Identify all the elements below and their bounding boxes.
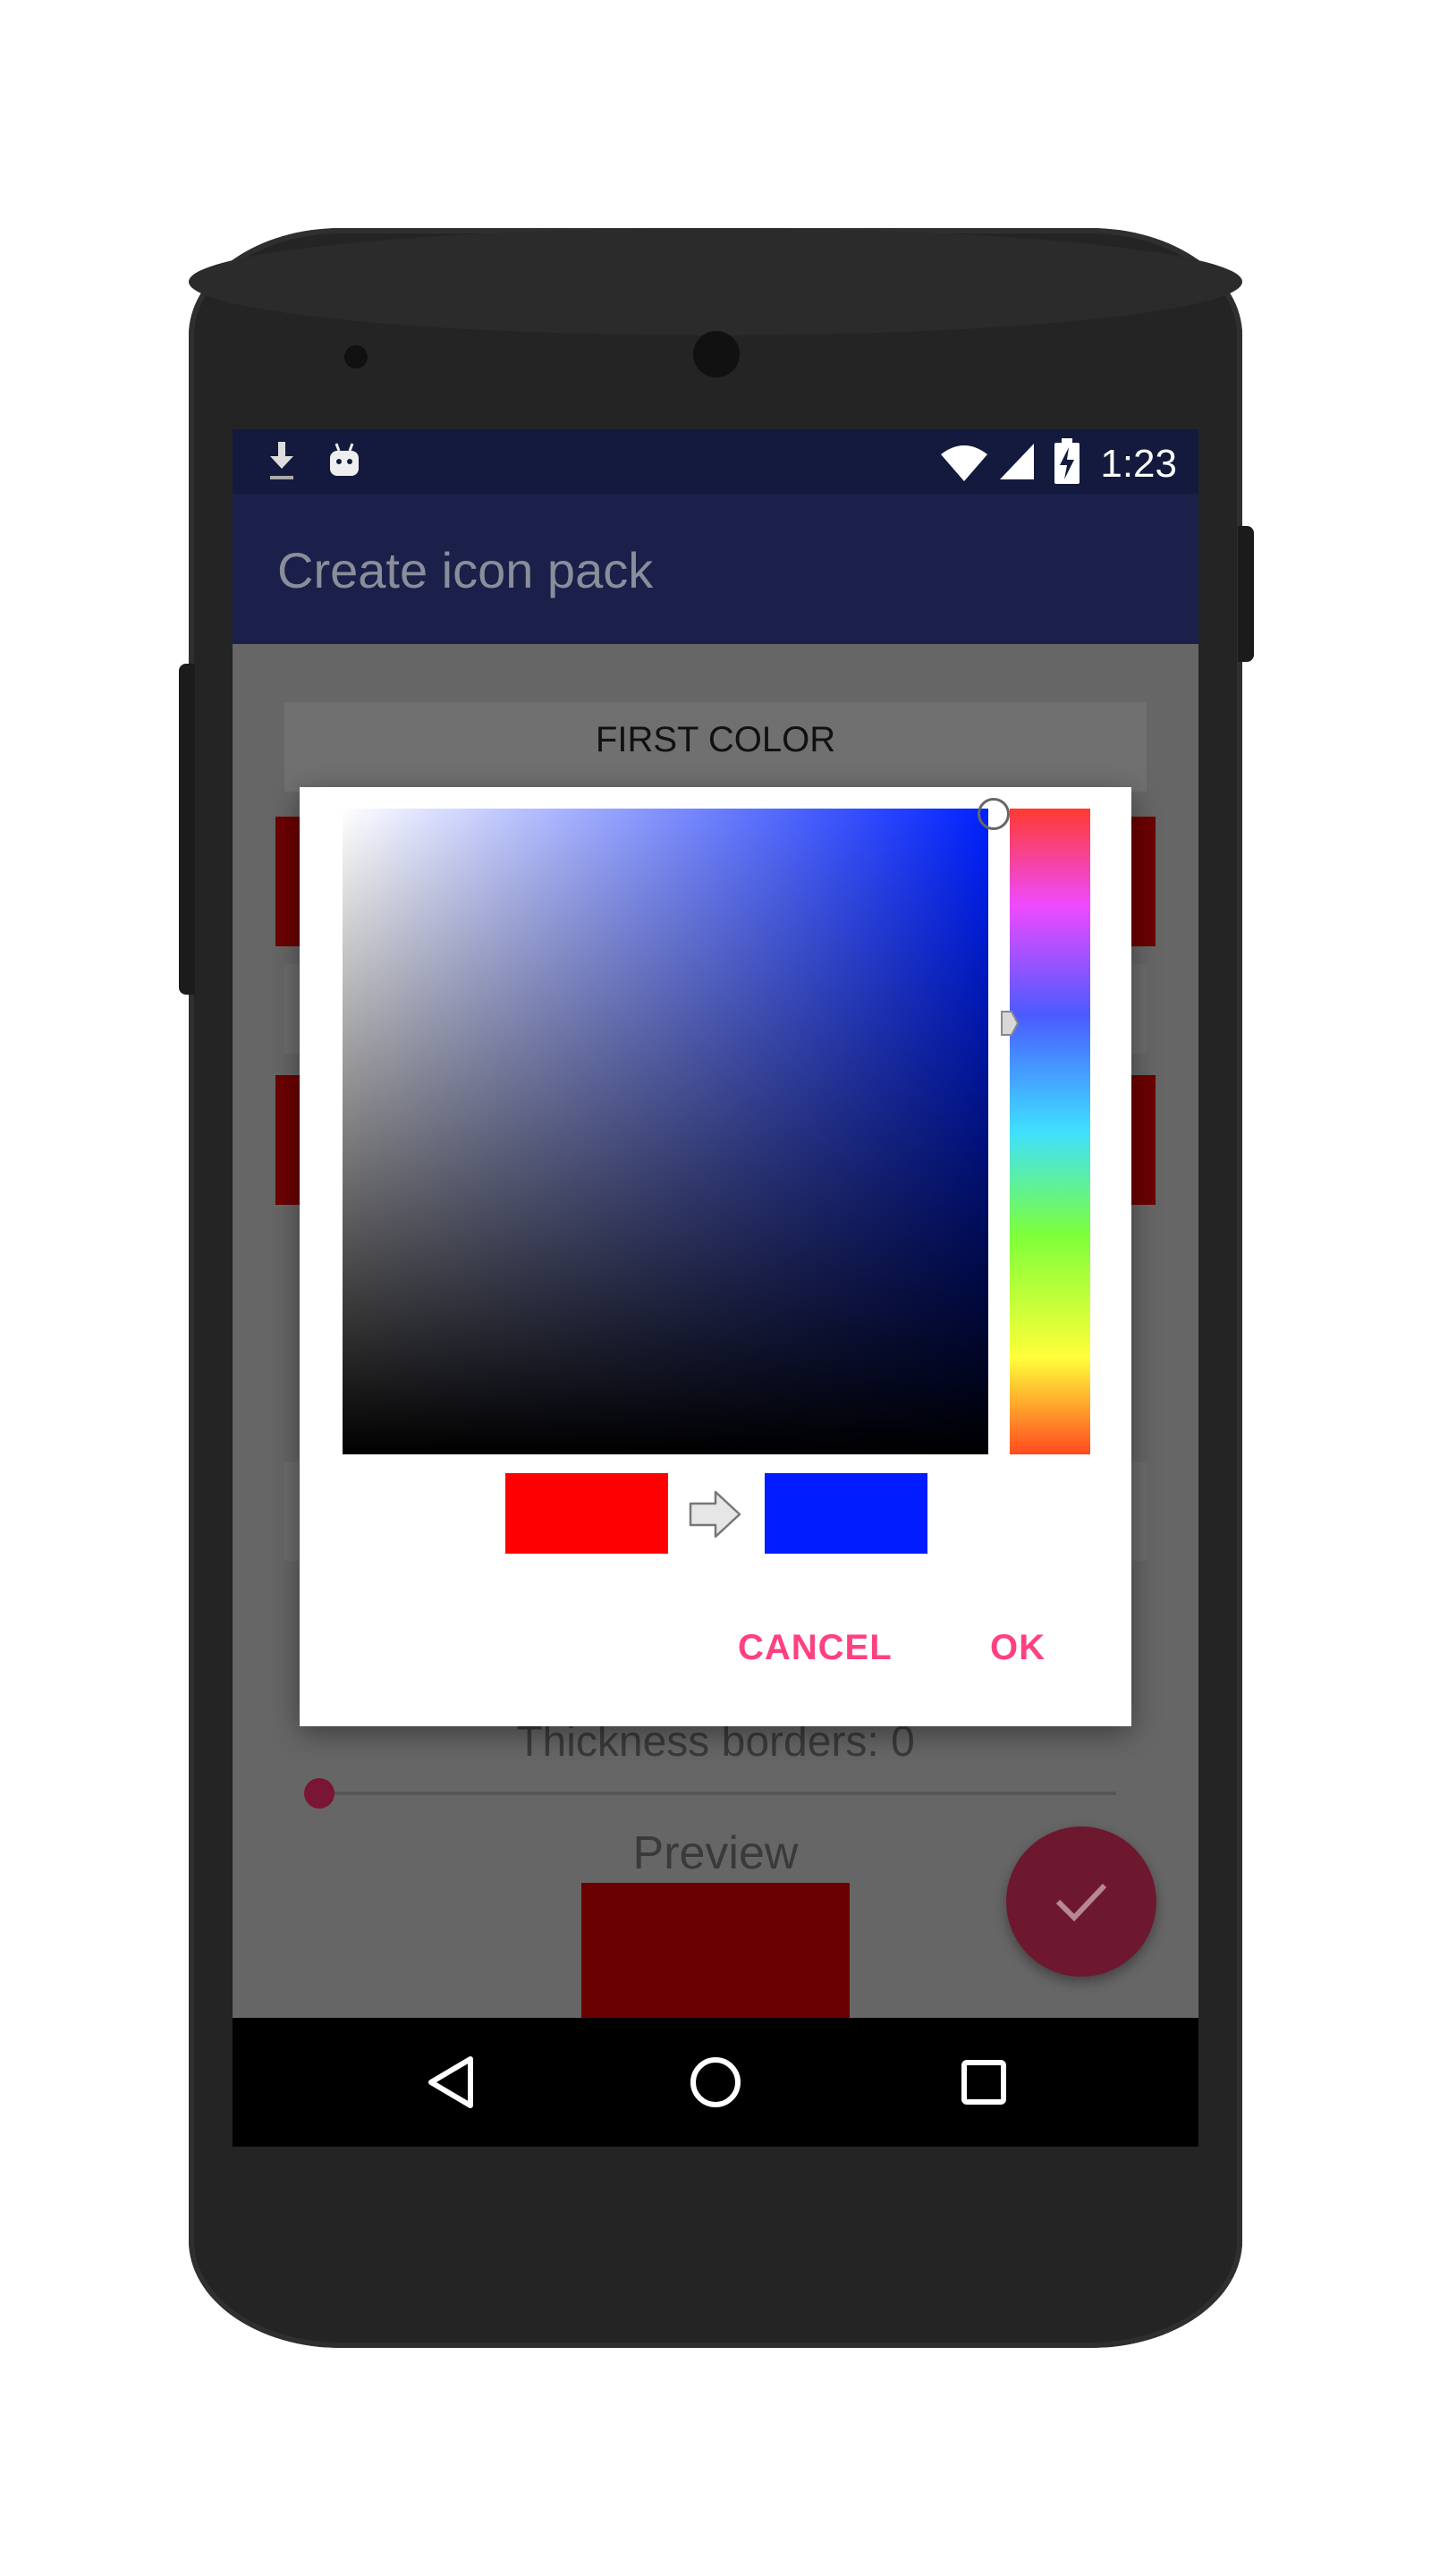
- new-color-swatch[interactable]: [765, 1473, 927, 1554]
- color-picker-dialog: CANCEL OK: [300, 787, 1131, 1726]
- download-icon: [270, 442, 293, 479]
- recents-icon[interactable]: [961, 2059, 1007, 2106]
- saturation-value-panel[interactable]: [343, 809, 988, 1454]
- power-button: [1238, 526, 1254, 662]
- phone-top-bezel: [189, 228, 1242, 335]
- cancel-button[interactable]: CANCEL: [738, 1628, 893, 1668]
- signal-icon: [1000, 444, 1034, 479]
- thickness-slider-thumb[interactable]: [304, 1778, 334, 1809]
- battery-charging-icon: [1054, 438, 1080, 484]
- app-title: Create icon pack: [277, 542, 654, 598]
- status-bar: 1:23: [233, 429, 1198, 494]
- arrow-right-icon: [689, 1490, 741, 1538]
- status-time: 1:23: [1100, 442, 1177, 486]
- first-color-label: FIRST COLOR: [595, 720, 836, 759]
- sv-black-layer: [343, 809, 988, 1454]
- thickness-slider-track[interactable]: [320, 1792, 1116, 1795]
- preview-icon: [581, 1883, 850, 2026]
- proximity-sensor: [344, 345, 368, 369]
- navigation-bar: [233, 2018, 1198, 2147]
- wifi-icon: [941, 445, 987, 481]
- old-color-swatch: [505, 1473, 668, 1554]
- volume-button: [179, 664, 195, 995]
- check-icon: [1055, 1883, 1107, 1922]
- save-fab[interactable]: [1006, 1826, 1156, 1977]
- hue-slider[interactable]: [1010, 809, 1090, 1454]
- android-debug-icon: [330, 443, 359, 476]
- home-icon[interactable]: [689, 2055, 742, 2109]
- sv-selector-handle[interactable]: [978, 798, 1010, 830]
- hue-pointer[interactable]: [1001, 1011, 1019, 1036]
- front-camera: [693, 331, 740, 377]
- ok-button[interactable]: OK: [990, 1628, 1046, 1668]
- back-icon[interactable]: [426, 2055, 476, 2109]
